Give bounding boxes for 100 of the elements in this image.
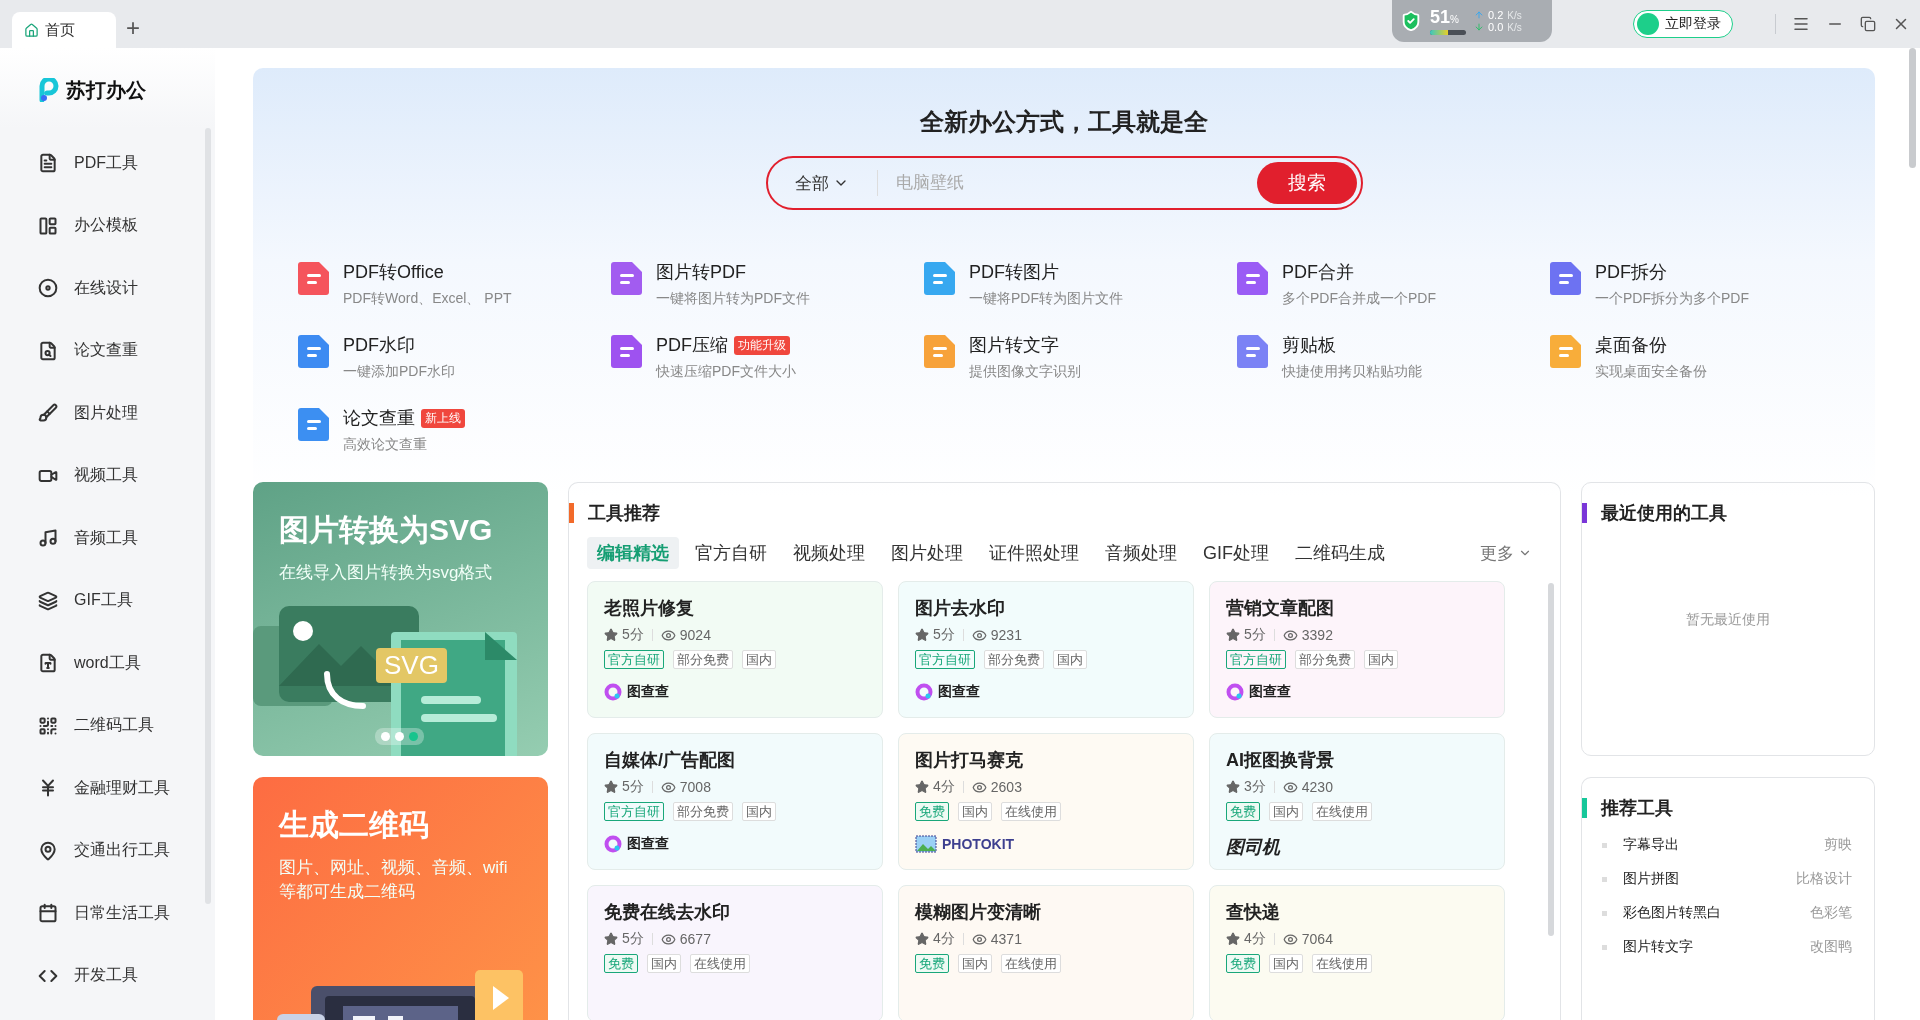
category-tab[interactable]: 图片处理 — [881, 537, 973, 569]
brand-logo: 图查查 — [627, 835, 669, 853]
file-icon — [38, 153, 58, 174]
scrollbar[interactable] — [1909, 48, 1916, 168]
tool-name[interactable]: PDF转图片 — [969, 260, 1059, 284]
rate-unit: K/s — [1507, 21, 1522, 33]
rating: 3分 — [1244, 778, 1266, 796]
tool-name[interactable]: 论文查重 — [343, 406, 415, 430]
search-button[interactable]: 搜索 — [1256, 162, 1357, 204]
sidebar-item[interactable]: 论文查重 — [0, 319, 215, 382]
tool-description: 高效论文查重 — [343, 436, 428, 454]
carousel-dot[interactable] — [395, 732, 404, 741]
tag: 官方自研 — [604, 802, 664, 821]
calendar-icon — [38, 903, 58, 924]
tag: 国内 — [1364, 650, 1398, 669]
sidebar-item[interactable]: 音频工具 — [0, 507, 215, 570]
tool-name[interactable]: PDF合并 — [1282, 260, 1354, 284]
carousel-dot[interactable] — [409, 732, 418, 741]
sidebar-item[interactable]: 日常生活工具 — [0, 882, 215, 945]
tool-card[interactable]: 老照片修复 5分 9024 官方自研 部分免费 国内 图查查 — [587, 581, 883, 718]
music-note-icon — [38, 528, 58, 549]
more-button[interactable]: 更多 — [1480, 541, 1532, 565]
brand-logo: PHOTOKIT — [942, 836, 1015, 852]
map-pin-icon — [38, 840, 58, 861]
star-icon — [1226, 628, 1240, 642]
sidebar-item[interactable]: 办公模板 — [0, 194, 215, 257]
empty-message: 暂无最近使用 — [1686, 611, 1770, 629]
home-tab[interactable]: 首页 — [12, 12, 116, 48]
rating: 5分 — [622, 930, 644, 948]
tool-link[interactable]: 彩色图片转黑白 — [1623, 904, 1721, 922]
rating: 4分 — [933, 778, 955, 796]
search-field[interactable]: 电脑壁纸 — [877, 172, 1257, 194]
tool-card[interactable]: 自媒体/广告配图 5分 7008 官方自研 部分免费 国内 图查查 — [587, 733, 883, 870]
search-bar[interactable]: 全部 电脑壁纸 搜索 — [765, 156, 1363, 210]
new-tab-button[interactable]: + — [126, 14, 140, 42]
view-count: 9024 — [679, 627, 711, 643]
title-accent — [1582, 798, 1587, 818]
scope-dropdown[interactable]: 全部 — [767, 170, 878, 196]
sidebar-item[interactable]: PDF工具 — [0, 132, 215, 195]
tool-card[interactable]: 模糊图片变清晰 4分 4371 免费 国内 在线使用 — [898, 885, 1194, 1020]
view-count: 9231 — [990, 627, 1022, 643]
view-count: 7064 — [1301, 931, 1333, 947]
category-tab[interactable]: 官方自研 — [685, 537, 777, 569]
tool-card[interactable]: 图片打马赛克 4分 2603 免费 国内 在线使用 PHOTOKIT — [898, 733, 1194, 870]
carousel-dot[interactable] — [381, 732, 390, 741]
sidebar-item[interactable]: 在线设计 — [0, 257, 215, 320]
sidebar-item[interactable]: 二维码工具 — [0, 694, 215, 757]
tool-card[interactable]: 图片去水印 5分 9231 官方自研 部分免费 国内 图查查 — [898, 581, 1194, 718]
card-title: 自媒体/广告配图 — [604, 749, 736, 772]
sidebar-item[interactable]: 图片处理 — [0, 382, 215, 445]
brand-logo: 图查查 — [627, 683, 669, 701]
category-tab[interactable]: GIF处理 — [1193, 537, 1279, 569]
tool-badge: 功能升级 — [734, 335, 790, 355]
tag: 部分免费 — [984, 650, 1044, 669]
login-button[interactable]: 立即登录 — [1633, 10, 1733, 38]
view-count: 3392 — [1301, 627, 1333, 643]
brush-icon — [38, 403, 58, 424]
tool-card[interactable]: 查快递 4分 7064 免费 国内 在线使用 — [1209, 885, 1505, 1020]
eye-icon — [660, 627, 676, 643]
tool-name[interactable]: 剪贴板 — [1282, 333, 1336, 357]
sidebar-item[interactable]: 视频工具 — [0, 444, 215, 507]
rating: 5分 — [933, 626, 955, 644]
bullet — [1602, 876, 1607, 882]
card-title: 模糊图片变清晰 — [915, 901, 1042, 924]
menu-icon[interactable] — [1792, 15, 1810, 33]
restore-icon[interactable] — [1860, 16, 1876, 32]
category-tab[interactable]: 音频处理 — [1095, 537, 1187, 569]
scrollbar[interactable] — [1548, 583, 1554, 936]
tool-description: 多个PDF合并成一个PDF — [1282, 290, 1436, 308]
category-tab[interactable]: 二维码生成 — [1285, 537, 1395, 569]
tool-card[interactable]: AI抠图换背景 3分 4230 免费 国内 在线使用 图司机 — [1209, 733, 1505, 870]
tool-name[interactable]: 图片转PDF — [656, 260, 746, 284]
tool-badge: 新上线 — [421, 408, 465, 428]
sidebar-item[interactable]: 交通出行工具 — [0, 819, 215, 882]
tool-name[interactable]: PDF压缩 — [656, 333, 728, 357]
sidebar-item[interactable]: 金融理财工具 — [0, 757, 215, 820]
tag: 免费 — [915, 802, 949, 821]
tag: 官方自研 — [1226, 650, 1286, 669]
tool-link[interactable]: 图片转文字 — [1623, 938, 1693, 956]
tag: 免费 — [1226, 802, 1260, 821]
category-tab[interactable]: 视频处理 — [783, 537, 875, 569]
tool-name[interactable]: PDF水印 — [343, 333, 415, 357]
card-title: 老照片修复 — [604, 597, 695, 620]
tool-card[interactable]: 营销文章配图 5分 3392 官方自研 部分免费 国内 图查查 — [1209, 581, 1505, 718]
tag: 国内 — [1053, 650, 1087, 669]
tool-link[interactable]: 字幕导出 — [1623, 836, 1679, 854]
tool-link[interactable]: 图片拼图 — [1623, 870, 1679, 888]
tool-name[interactable]: PDF拆分 — [1595, 260, 1667, 284]
tag: 在线使用 — [690, 954, 750, 973]
sidebar-item[interactable]: GIF工具 — [0, 569, 215, 632]
view-count: 7008 — [679, 779, 711, 795]
tool-name[interactable]: PDF转Office — [343, 260, 444, 284]
sidebar-item[interactable]: word工具 — [0, 632, 215, 695]
tool-description: 一个PDF拆分为多个PDF — [1595, 290, 1749, 308]
tool-name[interactable]: 桌面备份 — [1595, 333, 1667, 357]
sidebar-item[interactable]: 开发工具 — [0, 944, 215, 1007]
tool-description: 一键将PDF转为图片文件 — [969, 290, 1123, 308]
category-tab[interactable]: 证件照处理 — [979, 537, 1089, 569]
tool-name[interactable]: 图片转文字 — [969, 333, 1059, 357]
tool-card[interactable]: 免费在线去水印 5分 6677 免费 国内 在线使用 — [587, 885, 883, 1020]
